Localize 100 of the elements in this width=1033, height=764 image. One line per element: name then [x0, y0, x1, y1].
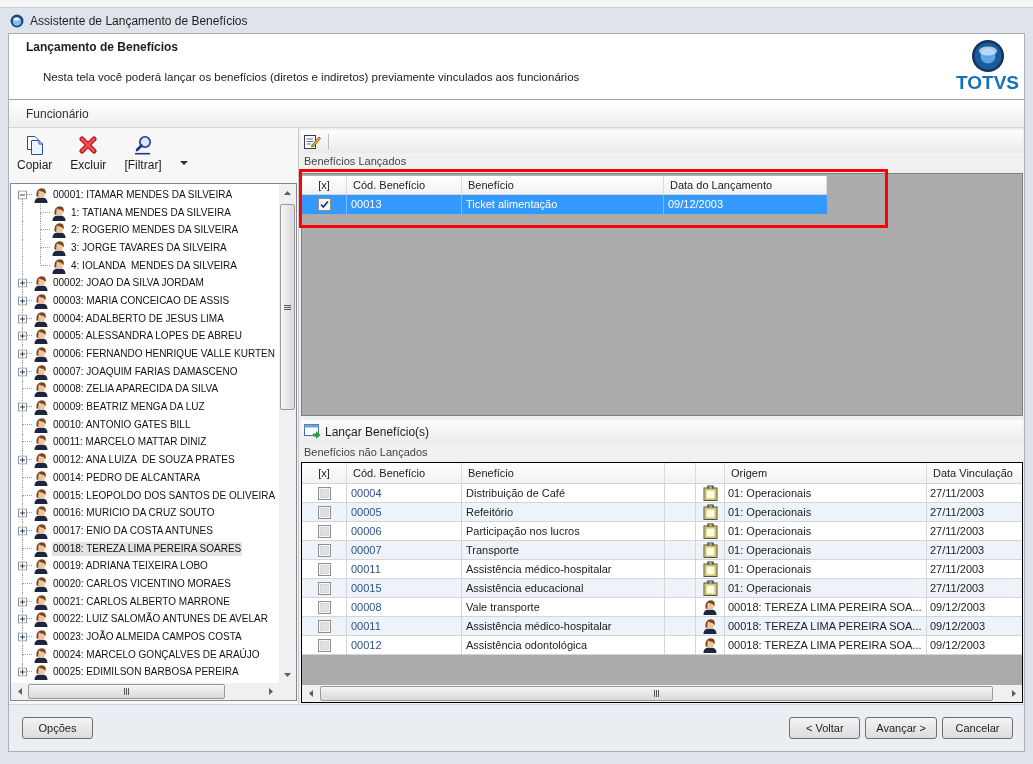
checkbox[interactable] [317, 524, 331, 538]
column-header[interactable]: Cód. Benefício [347, 463, 462, 483]
table-row[interactable]: 00005 Refeitório 01: Operacionais 27/11/2003 [302, 503, 1022, 522]
expand-icon[interactable] [18, 367, 27, 377]
checkbox[interactable] [317, 562, 331, 576]
tree-item[interactable]: 00022: LUIZ SALOMÃO ANTUNES DE AVELAR [52, 612, 269, 627]
column-header[interactable]: Origem [725, 463, 927, 483]
column-header[interactable]: [x] [302, 176, 347, 194]
tree-item[interactable]: 00009: BEATRIZ MENGA DA LUZ [52, 400, 206, 415]
scroll-left-arrow-icon[interactable] [17, 688, 22, 695]
dropdown-caret-icon[interactable] [179, 161, 188, 165]
checkbox[interactable] [317, 638, 331, 652]
checkbox[interactable] [317, 581, 331, 595]
column-header[interactable]: Data do Lançamento [664, 176, 827, 194]
tree-item[interactable]: 00002: JOAO DA SILVA JORDAM [52, 276, 205, 291]
collapse-icon[interactable] [18, 190, 27, 200]
tree-item[interactable]: 00001: ITAMAR MENDES DA SILVEIRA [52, 187, 234, 202]
tree-item[interactable]: 4: IOLANDA MENDES DA SILVEIRA [70, 258, 238, 273]
tree-item[interactable]: 3: JORGE TAVARES DA SILVEIRA [70, 240, 228, 255]
table-row[interactable]: 00004 Distribuição de Café 01: Operacionais 27/11/2003 [302, 484, 1022, 503]
expand-icon[interactable] [18, 331, 27, 341]
person-icon [702, 618, 718, 634]
tree-item[interactable]: 00005: ALESSANDRA LOPES DE ABREU [52, 329, 243, 344]
tree-item[interactable]: 00006: FERNANDO HENRIQUE VALLE KURTEN [52, 347, 276, 362]
table-cell: 00007 [347, 541, 462, 559]
clipboard-icon [702, 580, 718, 596]
expand-icon[interactable] [18, 597, 27, 607]
tree-item[interactable]: 00018: TEREZA LIMA PEREIRA SOARES [52, 541, 243, 556]
expand-icon[interactable] [18, 349, 27, 359]
column-header[interactable]: Benefício [462, 176, 664, 194]
table-row[interactable]: 00006 Participação nos lucros 01: Operacionais 27/11/2003 [302, 522, 1022, 541]
expand-icon[interactable] [18, 296, 27, 306]
checkbox[interactable] [317, 198, 331, 211]
copy-icon [25, 135, 44, 155]
tree-item[interactable]: 00008: ZELIA APARECIDA DA SILVA [52, 382, 220, 397]
expand-icon[interactable] [18, 455, 27, 465]
next-button[interactable]: Avançar > [865, 717, 937, 739]
expand-icon[interactable] [18, 561, 27, 571]
tree-item[interactable]: 00012: ANA LUIZA DE SOUZA PRATES [52, 453, 236, 468]
table-cell: 01: Operacionais [725, 522, 927, 540]
tree-item[interactable]: 00021: CARLOS ALBERTO MARRONE [52, 594, 231, 609]
expand-icon[interactable] [18, 508, 27, 518]
scroll-right-arrow-icon[interactable] [268, 688, 273, 695]
tree-item[interactable]: 00004: ADALBERTO DE JESUS LIMA [52, 311, 225, 326]
table-row[interactable]: 00007 Transporte 01: Operacionais 27/11/2003 [302, 541, 1022, 560]
tree-item[interactable]: 00015: LEOPOLDO DOS SANTOS DE OLIVEIRA [52, 488, 277, 503]
tree-item[interactable]: 00017: ENIO DA COSTA ANTUNES [52, 523, 214, 538]
checkbox[interactable] [317, 486, 331, 500]
checkbox[interactable] [317, 619, 331, 633]
table-row[interactable]: 00012 Assistência odontológica 00018: TEREZA LIMA PEREIRA SOA... 09/12/2003 [302, 636, 1022, 655]
options-button[interactable]: Opções [22, 717, 93, 739]
scrollbar-thumb[interactable] [28, 684, 225, 699]
expand-icon[interactable] [18, 314, 27, 324]
tree-item[interactable]: 00011: MARCELO MATTAR DINIZ [52, 435, 208, 450]
copy-button[interactable]: Copiar [15, 135, 55, 172]
delete-button[interactable]: Excluir [68, 135, 109, 172]
expand-icon[interactable] [18, 632, 27, 642]
expand-icon[interactable] [18, 667, 27, 677]
tree-item[interactable]: 00020: CARLOS VICENTINO MORAES [52, 576, 232, 591]
tree-item[interactable]: 00023: JOÃO ALMEIDA CAMPOS COSTA [52, 630, 243, 645]
tree-item[interactable]: 00016: MURICIO DA CRUZ SOUTO [52, 506, 216, 521]
tree-item[interactable]: 00024: MARCELO GONÇALVES DE ARAÚJO [52, 647, 261, 662]
scroll-up-arrow-icon[interactable] [284, 190, 291, 195]
horizontal-scrollbar[interactable] [11, 683, 296, 700]
scroll-down-arrow-icon[interactable] [284, 672, 291, 677]
tree-item[interactable]: 2: ROGERIO MENDES DA SILVEIRA [70, 223, 240, 238]
vertical-scrollbar[interactable] [279, 184, 296, 683]
back-button[interactable]: < Voltar [789, 717, 861, 739]
edit-icon[interactable] [303, 133, 321, 150]
cancel-button[interactable]: Cancelar [942, 717, 1013, 739]
table-cell: 01: Operacionais [725, 579, 927, 597]
checkbox[interactable] [317, 543, 331, 557]
expand-icon[interactable] [18, 278, 27, 288]
column-header[interactable]: Cód. Benefício [347, 176, 462, 194]
table-row[interactable]: 00011 Assistência médico-hospitalar 00018: TEREZA LIMA PEREIRA SOA... 09/12/2003 [302, 617, 1022, 636]
tree-item[interactable]: 00025: EDIMILSON BARBOSA PEREIRA [52, 665, 240, 680]
column-header[interactable]: [x] [302, 463, 347, 483]
tree-item[interactable]: 00010: ANTONIO GATES BILL [52, 417, 192, 432]
table-row[interactable]: 00008 Vale transporte 00018: TEREZA LIMA PEREIRA SOA... 09/12/2003 [302, 598, 1022, 617]
tree-item[interactable]: 00014: PEDRO DE ALCANTARA [52, 470, 202, 485]
column-header[interactable]: Benefício [462, 463, 665, 483]
expand-icon[interactable] [18, 614, 27, 624]
checkbox[interactable] [317, 600, 331, 614]
scroll-left-arrow-icon[interactable] [308, 690, 313, 697]
expand-icon[interactable] [18, 526, 27, 536]
column-header[interactable]: Data Vinculação [927, 463, 1022, 483]
expand-icon[interactable] [18, 402, 27, 412]
scrollbar-thumb[interactable] [280, 204, 295, 410]
horizontal-scrollbar[interactable] [302, 685, 1022, 702]
tree-item[interactable]: 00007: JOAQUIM FARIAS DAMASCENO [52, 364, 239, 379]
tree-item[interactable]: 00003: MARIA CONCEICAO DE ASSIS [52, 293, 231, 308]
scrollbar-thumb[interactable] [320, 686, 993, 701]
table-row[interactable]: 00015 Assistência educacional 01: Operacionais 27/11/2003 [302, 579, 1022, 598]
launch-benefits-button[interactable]: Lançar Benefício(s) [303, 422, 431, 441]
tree-item[interactable]: 1: TATIANA MENDES DA SILVEIRA [70, 205, 232, 220]
checkbox[interactable] [317, 505, 331, 519]
table-row[interactable]: 00011 Assistência médico-hospitalar 01: Operacionais 27/11/2003 [302, 560, 1022, 579]
tree-item[interactable]: 00019: ADRIANA TEIXEIRA LOBO [52, 559, 209, 574]
filter-button[interactable]: [Filtrar] [122, 135, 164, 172]
scroll-right-arrow-icon[interactable] [1011, 690, 1016, 697]
